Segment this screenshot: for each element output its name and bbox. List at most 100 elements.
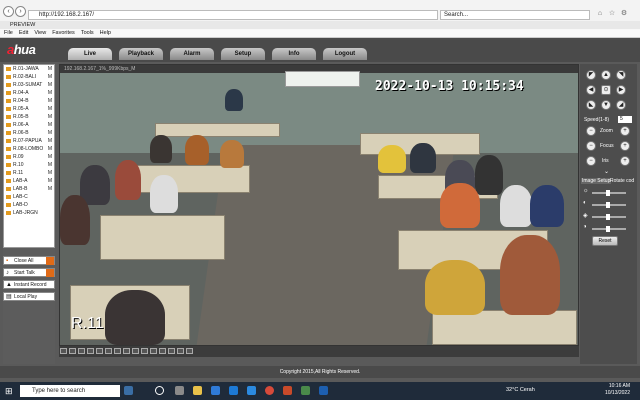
home-icon[interactable]: ⌂	[596, 10, 604, 18]
ptz-right-icon[interactable]: ▶	[616, 85, 626, 95]
camera-item[interactable]: LAB-JRGN	[4, 209, 54, 217]
stream-mark[interactable]: M	[48, 105, 52, 113]
camera-item[interactable]: R.08-LOMBO M	[4, 145, 54, 153]
stream-mark[interactable]: M	[48, 73, 52, 81]
task-view-icon[interactable]	[155, 386, 164, 395]
camera-item[interactable]: R.03-SUMAT M	[4, 81, 54, 89]
gear-icon[interactable]: ⚙	[620, 10, 628, 18]
close-window-icon[interactable]	[168, 348, 175, 354]
iris-plus-icon[interactable]: +	[620, 156, 630, 166]
menu-item-edit[interactable]: Edit	[19, 30, 28, 36]
tab-alarm[interactable]: Alarm	[170, 48, 214, 60]
stream-mark[interactable]: M	[48, 137, 52, 145]
stream-mark[interactable]: M	[48, 97, 52, 105]
camera-item[interactable]: R.02-BALI M	[4, 73, 54, 81]
close-all-button[interactable]: ▪ Close All	[3, 256, 55, 265]
ptz-left-icon[interactable]: ◀	[586, 85, 596, 95]
start-talk-button[interactable]: ♪ Start Talk	[3, 268, 55, 277]
collapse-arrow-icon[interactable]: ⌄	[604, 168, 609, 175]
camera-item[interactable]: LAB-B M	[4, 185, 54, 193]
camera-item[interactable]: R.01-JAWA M	[4, 65, 54, 73]
tab-setup[interactable]: Setup	[221, 48, 265, 60]
prev-icon[interactable]	[177, 348, 184, 354]
saturation-slider[interactable]	[592, 214, 626, 220]
tab-logout[interactable]: Logout	[323, 48, 367, 60]
tab-playback[interactable]: Playback	[119, 48, 163, 60]
browser-search-input[interactable]: Search...	[440, 10, 590, 20]
address-bar[interactable]: http://192.168.2.167/	[28, 10, 438, 20]
contrast-slider[interactable]	[592, 202, 626, 208]
stream-mark[interactable]: M	[48, 185, 52, 193]
ptz-down-icon[interactable]: ▼	[601, 100, 611, 110]
menu-item-view[interactable]: View	[34, 30, 46, 36]
menu-item-help[interactable]: Help	[100, 30, 111, 36]
app-icon[interactable]	[175, 386, 184, 395]
ie-icon[interactable]	[319, 386, 328, 395]
ptz-down-left-icon[interactable]: ◣	[586, 100, 596, 110]
reset-button[interactable]: Reset	[592, 236, 618, 246]
settings-icon[interactable]	[159, 348, 166, 354]
tab-info[interactable]: Info	[272, 48, 316, 60]
fullscreen-icon[interactable]	[96, 348, 103, 354]
app-icon[interactable]	[301, 386, 310, 395]
camera-item[interactable]: R.06-A M	[4, 121, 54, 129]
back-arrow-icon[interactable]: ‹	[3, 6, 14, 17]
stream-mark[interactable]: M	[48, 169, 52, 177]
brightness-slider[interactable]	[592, 190, 626, 196]
ptz-up-left-icon[interactable]: ◤	[586, 70, 596, 80]
layout-9-icon[interactable]	[78, 348, 85, 354]
store-icon[interactable]	[211, 386, 220, 395]
stream-mark[interactable]: M	[48, 89, 52, 97]
windows-start-icon[interactable]: ⊞	[5, 386, 15, 396]
record-toggle-icon[interactable]	[114, 348, 121, 354]
instant-record-button[interactable]: ▲ Instant Record	[3, 280, 55, 289]
system-clock[interactable]: 10:16 AM 10/13/2022	[605, 383, 630, 397]
app-icon[interactable]	[283, 386, 292, 395]
speed-select[interactable]: 5	[618, 116, 632, 123]
menu-item-tools[interactable]: Tools	[81, 30, 94, 36]
ptz-up-right-icon[interactable]: ◥	[616, 70, 626, 80]
stream-mark[interactable]: M	[48, 153, 52, 161]
camera-item[interactable]: LAB-C	[4, 193, 54, 201]
stream-mark[interactable]: M	[48, 161, 52, 169]
browser-tab[interactable]: PREVIEW	[0, 21, 640, 29]
menu-item-file[interactable]: File	[4, 30, 13, 36]
mail-icon[interactable]	[229, 386, 238, 395]
camera-item[interactable]: R.04-A M	[4, 89, 54, 97]
camera-item[interactable]: R.10 M	[4, 161, 54, 169]
zoom-out-icon[interactable]: −	[586, 126, 596, 136]
cortana-icon[interactable]	[124, 386, 133, 395]
focus-plus-icon[interactable]: +	[620, 141, 630, 151]
tab-image-setup[interactable]: Image Setup	[581, 178, 612, 184]
camera-item[interactable]: R.05-A M	[4, 105, 54, 113]
stream-mark[interactable]: M	[48, 121, 52, 129]
menu-item-favorites[interactable]: Favorites	[52, 30, 75, 36]
stream-mark[interactable]: M	[48, 81, 52, 89]
stream-mark[interactable]: M	[48, 177, 52, 185]
iris-minus-icon[interactable]: −	[586, 156, 596, 166]
star-icon[interactable]: ☆	[608, 10, 616, 18]
ptz-center-icon[interactable]: ⊙	[601, 85, 611, 95]
dropdown-icon[interactable]	[46, 257, 54, 265]
live-video-view[interactable]: 192.168.2.167_1%_999Kbps_M 2022-10-13 10…	[59, 64, 579, 346]
audio-icon[interactable]	[132, 348, 139, 354]
zoom-icon[interactable]	[123, 348, 130, 354]
camera-item[interactable]: R.11 M	[4, 169, 54, 177]
camera-item[interactable]: LAB-A M	[4, 177, 54, 185]
ratio-icon[interactable]	[141, 348, 148, 354]
snapshot-icon[interactable]	[105, 348, 112, 354]
camera-item[interactable]: R.05-B M	[4, 113, 54, 121]
focus-minus-icon[interactable]: −	[586, 141, 596, 151]
local-play-button[interactable]: ▤ Local Play	[3, 292, 55, 301]
dropdown-icon[interactable]	[46, 269, 54, 277]
stream-mark[interactable]: M	[48, 113, 52, 121]
forward-arrow-icon[interactable]: ›	[15, 6, 26, 17]
zoom-in-icon[interactable]: +	[620, 126, 630, 136]
layout-16-icon[interactable]	[87, 348, 94, 354]
camera-item[interactable]: R.06-B M	[4, 129, 54, 137]
hue-slider[interactable]	[592, 226, 626, 232]
tab-rotate[interactable]: Rotate cod	[610, 178, 634, 184]
camera-item[interactable]: R.04-B M	[4, 97, 54, 105]
stream-mark[interactable]: M	[48, 129, 52, 137]
stream-mark[interactable]: M	[48, 65, 52, 73]
